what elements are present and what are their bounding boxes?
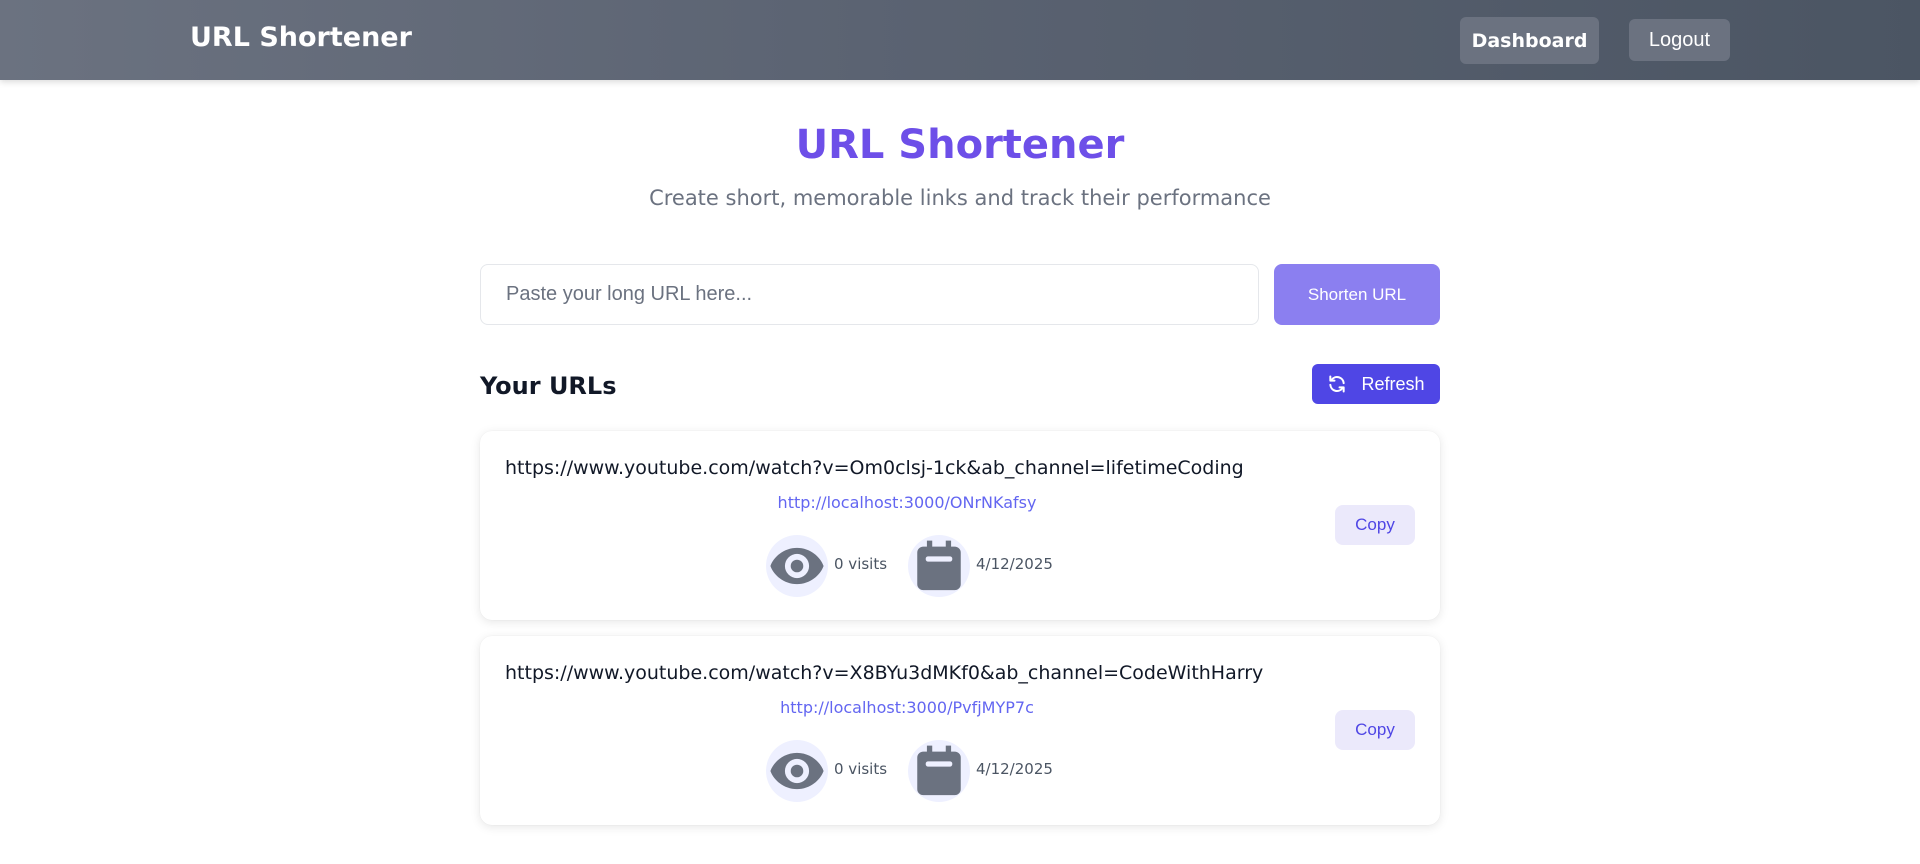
short-url-link[interactable]: http://localhost:3000/ONrNKafsy bbox=[480, 493, 1334, 512]
top-navbar: URL Shortener Dashboard Logout bbox=[0, 0, 1920, 80]
page-subtitle: Create short, memorable links and track … bbox=[649, 186, 1271, 210]
visits-count: 0 visits bbox=[834, 555, 888, 573]
url-stats: 0 visits 4/12/2025 bbox=[480, 740, 1334, 802]
url-card: https://www.youtube.com/watch?v=X8BYu3dM… bbox=[480, 636, 1440, 825]
dashboard-button[interactable]: Dashboard bbox=[1460, 17, 1599, 64]
visits-count: 0 visits bbox=[834, 760, 888, 778]
long-url-text: https://www.youtube.com/watch?v=Om0clsj-… bbox=[505, 457, 1244, 479]
eye-icon bbox=[766, 740, 828, 802]
refresh-icon bbox=[1327, 374, 1347, 394]
eye-icon bbox=[766, 535, 828, 597]
long-url-text: https://www.youtube.com/watch?v=X8BYu3dM… bbox=[505, 662, 1264, 684]
url-card: https://www.youtube.com/watch?v=Om0clsj-… bbox=[480, 431, 1440, 620]
short-url-link[interactable]: http://localhost:3000/PvfjMYP7c bbox=[480, 698, 1334, 717]
refresh-button[interactable]: Refresh bbox=[1312, 364, 1440, 404]
refresh-label: Refresh bbox=[1361, 373, 1425, 394]
created-date: 4/12/2025 bbox=[976, 555, 1053, 573]
page-title: URL Shortener bbox=[795, 122, 1125, 168]
brand-logo[interactable]: URL Shortener bbox=[190, 22, 412, 53]
logout-button[interactable]: Logout bbox=[1629, 19, 1730, 61]
calendar-icon bbox=[908, 535, 970, 597]
copy-button[interactable]: Copy bbox=[1335, 710, 1415, 750]
shorten-url-button[interactable]: Shorten URL bbox=[1274, 264, 1440, 325]
created-date: 4/12/2025 bbox=[976, 760, 1053, 778]
url-stats: 0 visits 4/12/2025 bbox=[480, 535, 1334, 597]
long-url-input[interactable] bbox=[480, 264, 1259, 325]
calendar-icon bbox=[908, 740, 970, 802]
section-title: Your URLs bbox=[480, 372, 617, 400]
copy-button[interactable]: Copy bbox=[1335, 505, 1415, 545]
